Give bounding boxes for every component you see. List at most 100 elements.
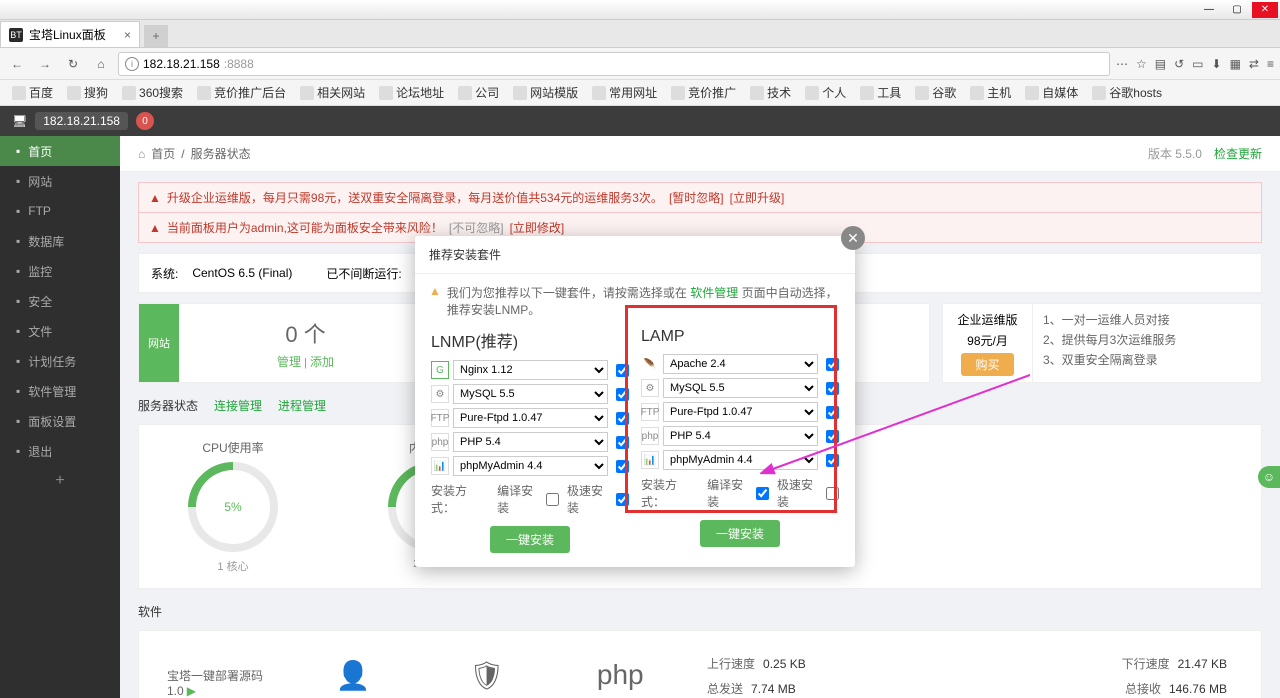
sidebar-item[interactable]: ▪面板设置	[0, 406, 120, 436]
alert-upgrade-link[interactable]: [立即升级]	[730, 189, 785, 206]
tab-close-icon[interactable]: ×	[124, 28, 131, 42]
window-close-button[interactable]: ✕	[1252, 2, 1278, 18]
manage-link[interactable]: 管理	[277, 355, 301, 369]
window-minimize-button[interactable]: —	[1196, 2, 1222, 18]
sidebar-item[interactable]: ▪退出	[0, 436, 120, 466]
window-maximize-button[interactable]: ▢	[1224, 2, 1250, 18]
help-float-button[interactable]: ☺	[1258, 466, 1280, 488]
bookmark-item[interactable]: 网站模版	[507, 82, 584, 103]
package-checkbox[interactable]	[826, 406, 839, 419]
message-count-badge[interactable]: 0	[136, 112, 154, 130]
alert-ignore-link[interactable]: [暂时忽略]	[669, 189, 724, 206]
nav-icon: ▪	[16, 174, 20, 188]
ext-icon[interactable]: ▦	[1230, 57, 1241, 71]
reload-button[interactable]: ↻	[62, 53, 84, 75]
compile-option[interactable]: 编译安装	[707, 476, 769, 510]
breadcrumb-home[interactable]: 首页	[151, 145, 175, 162]
sidebar-item[interactable]: ▪安全	[0, 286, 120, 316]
package-checkbox[interactable]	[826, 430, 839, 443]
net-up-label: 上行速度	[707, 657, 755, 671]
bookmark-item[interactable]: 论坛地址	[373, 82, 450, 103]
bookmark-item[interactable]: 百度	[6, 82, 59, 103]
bookmark-item[interactable]: 谷歌	[909, 82, 962, 103]
site-info-icon[interactable]: i	[125, 57, 139, 71]
address-bar[interactable]: i 182.18.21.158:8888	[118, 52, 1110, 76]
bookmark-item[interactable]: 工具	[854, 82, 907, 103]
library-icon[interactable]: ▤	[1155, 57, 1166, 71]
package-select[interactable]: PHP 5.4	[663, 426, 818, 446]
bookmark-item[interactable]: 竞价推广后台	[191, 82, 292, 103]
bookmark-item[interactable]: 自媒体	[1019, 82, 1084, 103]
software-manage-link[interactable]: 软件管理	[690, 286, 738, 300]
alert-modify-link[interactable]: [立即修改]	[510, 219, 565, 236]
bookmark-item[interactable]: 主机	[964, 82, 1017, 103]
software-item[interactable]: 🛡宝塔安全登陆 1.1 ▶	[420, 645, 554, 698]
package-select[interactable]: Pure-Ftpd 1.0.47	[663, 402, 818, 422]
package-checkbox[interactable]	[826, 358, 839, 371]
bookmark-item[interactable]: 个人	[799, 82, 852, 103]
lnmp-install-button[interactable]: 一键安装	[490, 526, 570, 553]
sidebar-item[interactable]: ▪软件管理	[0, 376, 120, 406]
more-icon[interactable]: ⋯	[1116, 57, 1128, 71]
bookmark-icon	[970, 86, 984, 100]
fast-option[interactable]: 极速安装	[777, 476, 839, 510]
package-select[interactable]: phpMyAdmin 4.4	[663, 450, 818, 470]
software-item[interactable]: 👤宝塔运维 1.0 ▶	[287, 645, 421, 698]
new-tab-button[interactable]: +	[144, 25, 168, 47]
home-button[interactable]: ⌂	[90, 53, 112, 75]
forward-button[interactable]: →	[34, 53, 56, 75]
fast-option[interactable]: 极速安装	[567, 482, 629, 516]
bookmark-item[interactable]: 谷歌hosts	[1086, 82, 1168, 103]
bookmark-item[interactable]: 相关网站	[294, 82, 371, 103]
sidebar-item[interactable]: ▪监控	[0, 256, 120, 286]
bookmark-item[interactable]: 竞价推广	[665, 82, 742, 103]
sidebar-item[interactable]: ▪网站	[0, 166, 120, 196]
bookmark-item[interactable]: 技术	[744, 82, 797, 103]
package-select[interactable]: PHP 5.4	[453, 432, 608, 452]
sidebar-add-button[interactable]: +	[0, 466, 120, 496]
play-icon: ▶	[187, 684, 196, 698]
history-icon[interactable]: ↺	[1174, 57, 1184, 71]
bookmark-item[interactable]: 搜狗	[61, 82, 114, 103]
package-row: ⚙MySQL 5.5	[431, 384, 629, 404]
package-checkbox[interactable]	[616, 388, 629, 401]
sidebar-item[interactable]: ▪FTP	[0, 196, 120, 226]
check-update-link[interactable]: 检查更新	[1214, 145, 1262, 162]
package-checkbox[interactable]	[826, 382, 839, 395]
sidebar-item[interactable]: ▪计划任务	[0, 346, 120, 376]
package-select[interactable]: phpMyAdmin 4.4	[453, 456, 608, 476]
star-icon[interactable]: ☆	[1136, 57, 1147, 71]
package-checkbox[interactable]	[826, 454, 839, 467]
package-checkbox[interactable]	[616, 436, 629, 449]
menu-icon[interactable]: ≡	[1267, 57, 1274, 71]
package-select[interactable]: MySQL 5.5	[453, 384, 608, 404]
sync-icon[interactable]: ⇄	[1249, 57, 1259, 71]
download-icon[interactable]: ⬇	[1212, 57, 1222, 71]
sidebar-item[interactable]: ▪数据库	[0, 226, 120, 256]
package-select[interactable]: Nginx 1.12	[453, 360, 608, 380]
package-checkbox[interactable]	[616, 412, 629, 425]
modal-close-button[interactable]: ✕	[841, 226, 865, 250]
browser-tab[interactable]: BT 宝塔Linux面板 ×	[0, 21, 140, 47]
compile-option[interactable]: 编译安装	[497, 482, 559, 516]
package-checkbox[interactable]	[616, 364, 629, 377]
package-select[interactable]: Apache 2.4	[663, 354, 818, 374]
package-select[interactable]: MySQL 5.5	[663, 378, 818, 398]
bookmark-item[interactable]: 360搜索	[116, 82, 189, 103]
package-checkbox[interactable]	[616, 460, 629, 473]
proc-manage-link[interactable]: 进程管理	[278, 397, 326, 414]
sidebar-item[interactable]: ▪首页	[0, 136, 120, 166]
package-icon: FTP	[641, 403, 659, 421]
sidebar-item[interactable]: ▪文件	[0, 316, 120, 346]
software-item[interactable]: phpPHP守护 1.2 ▶	[554, 645, 688, 698]
add-link[interactable]: 添加	[310, 355, 334, 369]
conn-manage-link[interactable]: 连接管理	[214, 397, 262, 414]
bookmark-item[interactable]: 公司	[452, 82, 505, 103]
lamp-install-button[interactable]: 一键安装	[700, 520, 780, 547]
reader-icon[interactable]: ▭	[1192, 57, 1203, 71]
back-button[interactable]: ←	[6, 53, 28, 75]
bookmark-item[interactable]: 常用网址	[586, 82, 663, 103]
software-item[interactable]: 宝塔一键部署源码 1.0 ▶	[153, 645, 287, 698]
package-select[interactable]: Pure-Ftpd 1.0.47	[453, 408, 608, 428]
buy-button[interactable]: 购买	[961, 353, 1013, 376]
